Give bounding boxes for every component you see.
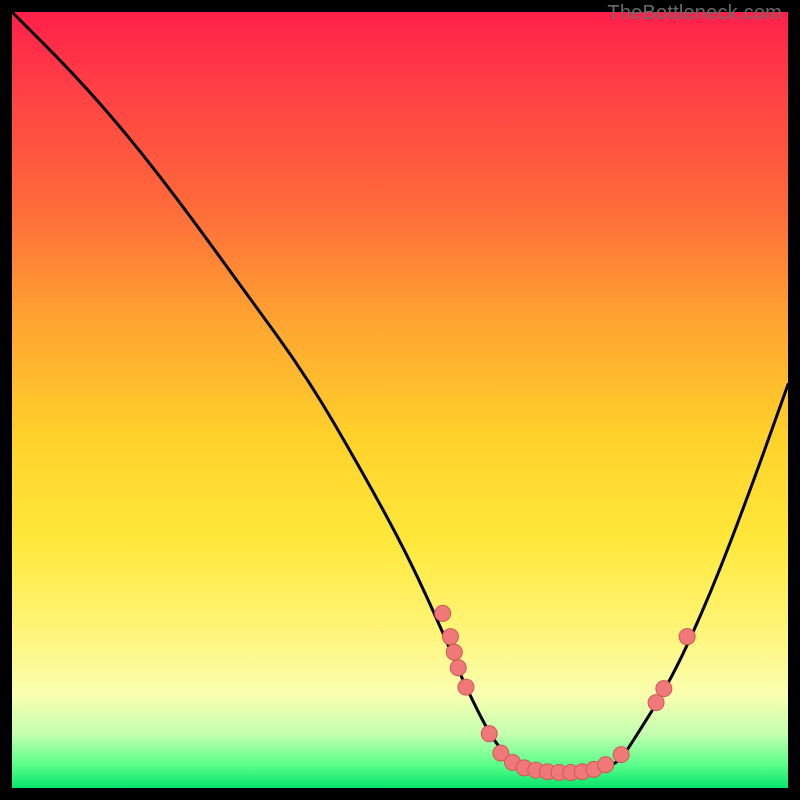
plot-area — [12, 12, 788, 788]
bottleneck-curve — [12, 12, 788, 772]
data-marker — [481, 726, 497, 742]
chart-frame: TheBottleneck.com — [12, 12, 788, 788]
data-marker — [598, 757, 614, 773]
data-marker — [656, 681, 672, 697]
chart-svg — [12, 12, 788, 788]
data-marker — [450, 660, 466, 676]
data-marker — [458, 679, 474, 695]
data-marker — [648, 695, 664, 711]
data-marker — [446, 644, 462, 660]
data-marker — [679, 629, 695, 645]
data-markers — [435, 605, 695, 780]
data-marker — [442, 629, 458, 645]
data-marker — [435, 605, 451, 621]
data-marker — [613, 747, 629, 763]
watermark-text: TheBottleneck.com — [607, 2, 782, 25]
